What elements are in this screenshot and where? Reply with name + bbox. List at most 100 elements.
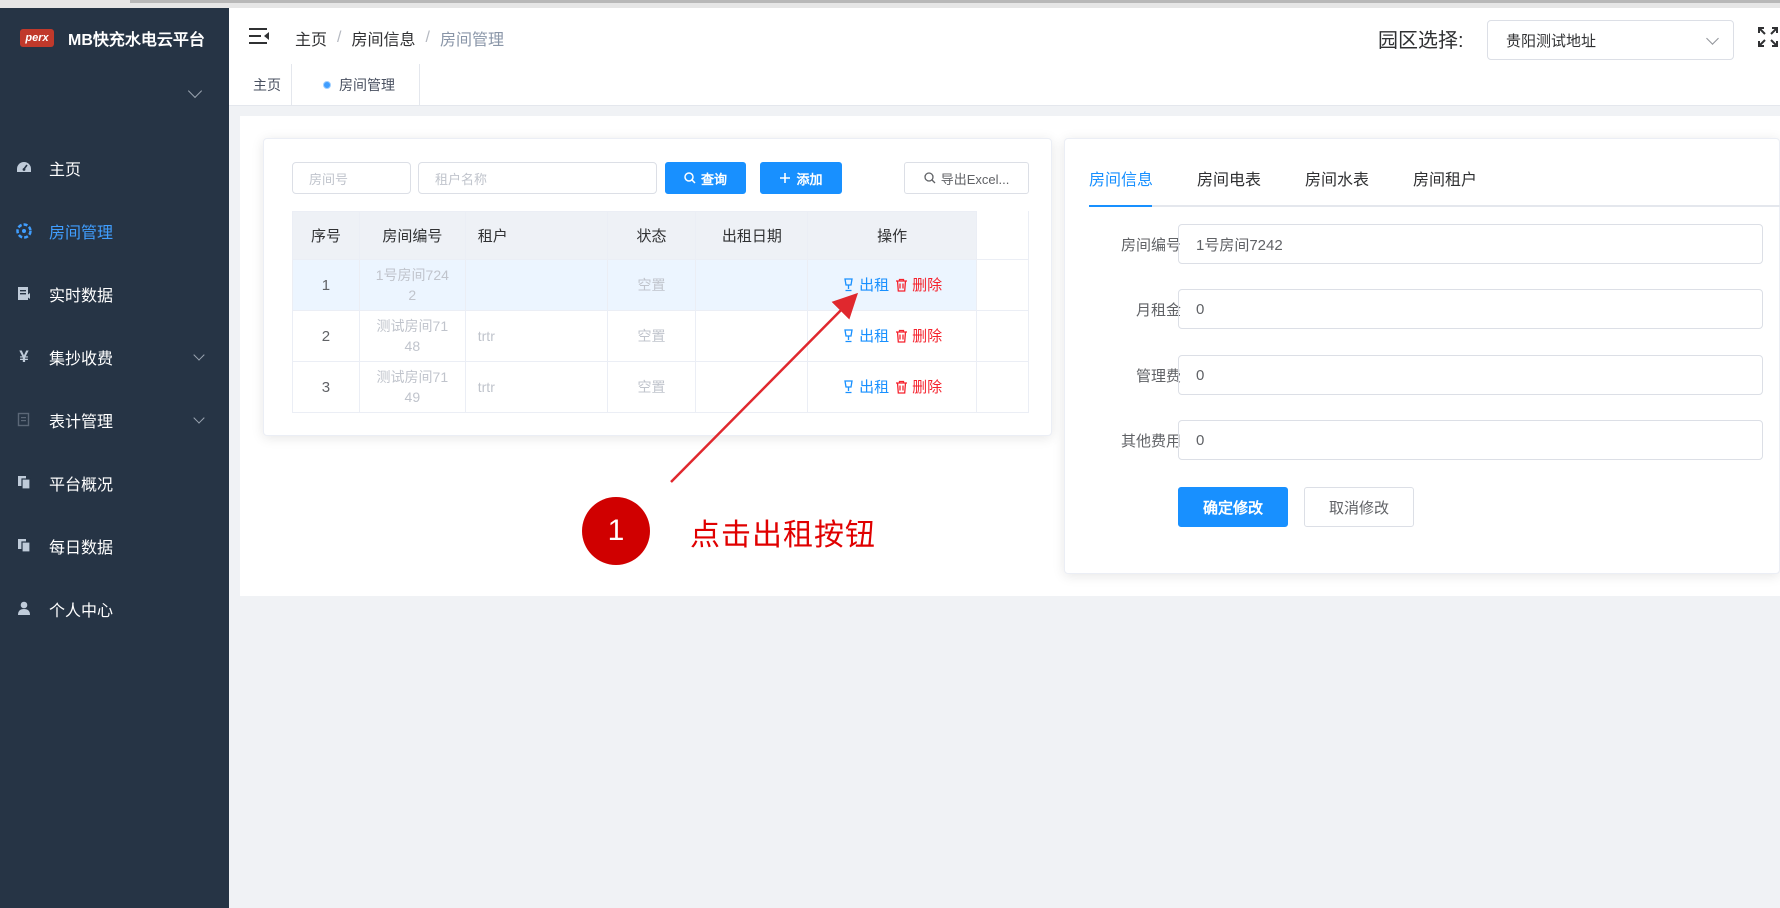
chevron-down-icon	[193, 412, 205, 424]
field-label: 月租金	[1135, 302, 1181, 319]
other-fees-field[interactable]: 0	[1178, 420, 1763, 460]
column-header: 租户	[464, 211, 608, 260]
tags-view-bar: 主页 房间管理	[229, 64, 1780, 106]
column-header: 序号	[292, 211, 360, 260]
sidebar-item-meter-management[interactable]: 表计管理	[0, 388, 229, 451]
copy-icon	[16, 475, 32, 491]
management-fee-field[interactable]: 0	[1178, 355, 1763, 395]
column-header: 出租日期	[695, 211, 809, 260]
sidebar-item-label: 实时数据	[49, 287, 114, 305]
sidebar-item-platform-overview[interactable]: 平台概况	[0, 451, 229, 514]
lamp-icon	[844, 380, 853, 393]
chevron-down-icon	[1706, 32, 1719, 45]
form-row-other-fees: 其他费用 0	[1065, 420, 1780, 460]
delete-button[interactable]: 删除	[895, 325, 942, 346]
room-table: 序号 房间编号 租户 状态 出租日期 操作 1 1号房间724 2 空置 出租 …	[292, 211, 1029, 413]
column-header: 操作	[807, 211, 978, 260]
fullscreen-icon[interactable]	[1757, 26, 1779, 48]
sidebar-item-label: 集抄收费	[49, 350, 114, 368]
sidebar-item-daily-data[interactable]: 每日数据	[0, 514, 229, 577]
column-header: 房间编号	[358, 211, 466, 260]
tag-room-management[interactable]: 房间管理	[305, 64, 420, 106]
sidebar-item-label: 每日数据	[49, 539, 114, 557]
delete-button[interactable]: 删除	[895, 274, 942, 295]
sidebar-item-label: 个人中心	[49, 602, 114, 620]
table-row[interactable]: 1 1号房间724 2 空置 出租 删除	[292, 259, 1029, 311]
sidebar-menu: 主页 房间管理 实时数据 ¥ 集抄收费 表计管理 平台概况 每日数据 个人中心	[0, 136, 229, 640]
sidebar-item-label: 表计管理	[49, 413, 114, 431]
tab-room-water-meter[interactable]: 房间水表	[1305, 169, 1369, 207]
table-row[interactable]: 2 测试房间71 48 trtr 空置 出租 删除	[292, 310, 1029, 362]
delete-button[interactable]: 删除	[895, 376, 942, 397]
field-label: 其他费用	[1120, 433, 1181, 450]
search-icon	[924, 172, 936, 184]
sidebar: perx MB快充水电云平台 主页 房间管理 实时数据 ¥ 集抄收费 表计管理 …	[0, 8, 229, 908]
form-row-monthly-rent: 月租金 0	[1065, 289, 1780, 329]
add-button[interactable]: 添加	[760, 162, 842, 194]
sidebar-item-label: 房间管理	[49, 224, 114, 242]
menu-toggle-icon[interactable]	[249, 28, 269, 44]
detail-tabs: 房间信息 房间电表 房间水表 房间租户	[1089, 169, 1780, 207]
query-button[interactable]: 查询	[665, 162, 746, 194]
breadcrumb-room-info[interactable]: 房间信息	[351, 26, 415, 50]
active-tab-indicator	[1089, 205, 1152, 207]
form-row-management-fee: 管理费 0	[1065, 355, 1780, 395]
tag-home[interactable]: 主页	[253, 64, 292, 106]
trash-icon	[896, 329, 908, 343]
chevron-down-icon	[193, 349, 205, 361]
annotation-text: 点击出租按钮	[690, 519, 876, 552]
dashboard-icon	[16, 160, 32, 176]
trash-icon	[896, 278, 908, 292]
field-label: 管理费	[1135, 368, 1181, 385]
tab-room-electric-meter[interactable]: 房间电表	[1197, 169, 1261, 207]
rent-button[interactable]: 出租	[842, 376, 889, 397]
field-label: 房间编号	[1120, 237, 1181, 254]
sidebar-item-realtime-data[interactable]: 实时数据	[0, 262, 229, 325]
sidebar-item-personal-center[interactable]: 个人中心	[0, 577, 229, 640]
park-select-value: 贵阳测试地址	[1506, 32, 1597, 50]
column-header: 状态	[606, 211, 697, 260]
plus-icon	[780, 173, 791, 183]
lamp-icon	[844, 278, 853, 291]
meter-icon	[16, 412, 32, 428]
trash-icon	[896, 380, 908, 394]
monthly-rent-field[interactable]: 0	[1178, 289, 1763, 329]
app-title: MB快充水电云平台	[68, 32, 205, 49]
room-detail-card: 房间信息 房间电表 房间水表 房间租户 房间编号 1号房间7242 月租金 0 …	[1064, 138, 1780, 574]
rent-button[interactable]: 出租	[842, 325, 889, 346]
document-icon	[16, 286, 32, 302]
sidebar-item-home[interactable]: 主页	[0, 136, 229, 199]
form-row-room-no: 房间编号 1号房间7242	[1065, 224, 1780, 264]
chevron-down-icon[interactable]	[187, 83, 203, 99]
sidebar-item-meter-billing[interactable]: ¥ 集抄收费	[0, 325, 229, 388]
confirm-edit-button[interactable]: 确定修改	[1178, 487, 1288, 527]
rent-button[interactable]: 出租	[842, 274, 889, 295]
active-dot-icon	[323, 81, 331, 89]
app-logo: perx MB快充水电云平台	[20, 26, 205, 50]
lamp-icon	[844, 329, 853, 342]
tab-room-info[interactable]: 房间信息	[1089, 169, 1153, 207]
table-row[interactable]: 3 测试房间71 49 trtr 空置 出租 删除	[292, 361, 1029, 413]
tab-room-tenant[interactable]: 房间租户	[1413, 169, 1477, 207]
annotation-step-badge: 1	[582, 497, 650, 565]
park-select-label: 园区选择:	[1378, 30, 1464, 52]
search-icon	[684, 172, 696, 184]
copy-icon	[16, 538, 32, 554]
table-header-row: 序号 房间编号 租户 状态 出租日期 操作	[292, 211, 1029, 260]
sidebar-item-room-management[interactable]: 房间管理	[0, 199, 229, 262]
logo-mark: perx	[20, 29, 54, 47]
sidebar-item-label: 主页	[49, 161, 82, 179]
gear-icon	[16, 222, 32, 239]
park-select[interactable]: 贵阳测试地址	[1487, 20, 1734, 60]
tenant-name-input[interactable]: 租户名称	[418, 162, 657, 194]
export-excel-button[interactable]: 导出Excel...	[904, 162, 1029, 194]
sidebar-item-label: 平台概况	[49, 476, 114, 494]
yen-icon: ¥	[19, 346, 29, 366]
room-no-input[interactable]: 房间号	[292, 162, 411, 194]
cancel-edit-button[interactable]: 取消修改	[1304, 487, 1414, 527]
room-no-field[interactable]: 1号房间7242	[1178, 224, 1763, 264]
browser-top-edge	[0, 0, 1780, 8]
breadcrumb-room-management: 房间管理	[439, 32, 504, 49]
user-icon	[16, 601, 32, 617]
breadcrumb-home[interactable]: 主页	[295, 26, 327, 50]
